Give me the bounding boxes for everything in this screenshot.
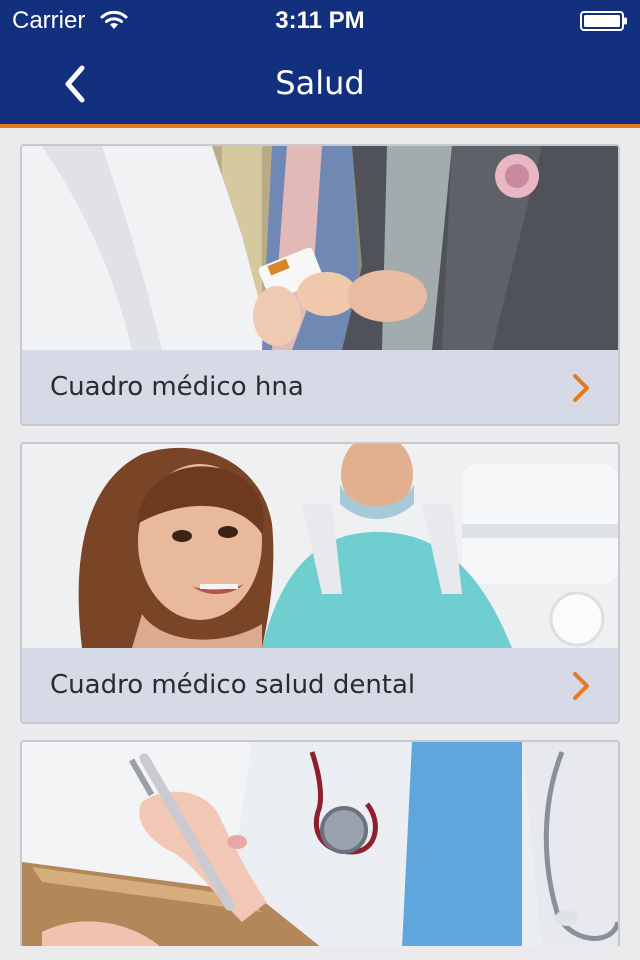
top-bar: Carrier 3:11 PM Salud [0,0,640,124]
chevron-right-icon [573,672,589,700]
card-label-row[interactable]: Cuadro médico hna [22,350,618,424]
doctor-writing-clipboard-photo [22,742,618,948]
bottom-edge [0,946,640,960]
chevron-right-icon [573,374,589,402]
dental-patient-photo [22,444,618,648]
card-label-row[interactable]: Cuadro médico salud dental [22,648,618,722]
card-label: Cuadro médico salud dental [50,670,416,700]
battery-icon [580,11,627,31]
status-time: 3:11 PM [275,7,365,34]
page-title: Salud [275,64,365,102]
status-bar: Carrier 3:11 PM [0,0,640,40]
card-doctor-writing[interactable] [20,740,620,960]
card-label: Cuadro médico hna [50,372,304,402]
card-cuadro-medico-salud-dental[interactable]: Cuadro médico salud dental [20,442,620,724]
navigation-bar: Salud [0,40,640,124]
accent-divider [0,124,640,128]
card-cuadro-medico-hna[interactable]: Cuadro médico hna [20,144,620,426]
doctor-patient-card-photo [22,146,618,350]
